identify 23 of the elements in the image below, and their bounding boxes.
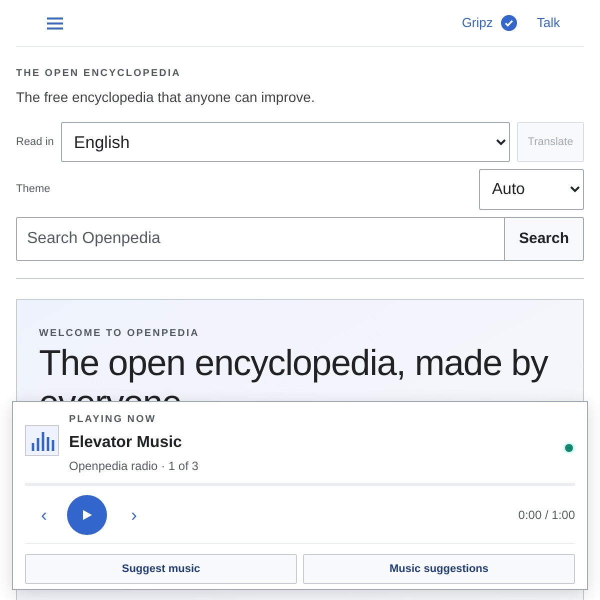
user-link[interactable]: Gripz (462, 13, 493, 33)
play-button[interactable] (67, 495, 107, 535)
menu-icon[interactable] (47, 16, 63, 30)
previous-button[interactable]: ‹ (41, 502, 47, 528)
time-text: 0:00 / 1:00 (518, 507, 575, 524)
theme-select[interactable]: Auto (479, 169, 584, 210)
read-in-label: Read in (16, 134, 54, 150)
track-title: Elevator Music (69, 433, 183, 453)
tagline-text: The free encyclopedia that anyone can improve. (16, 88, 316, 107)
suggestion-button[interactable]: Suggest music (25, 554, 297, 584)
bars-icon (25, 425, 59, 456)
track-subtitle: Openpedia radio · 1 of 3 (69, 458, 200, 475)
playing-now-label: PLAYING NOW (69, 413, 158, 427)
search-button[interactable]: Search (505, 217, 584, 261)
search-field[interactable]: Search Openpedia (16, 217, 505, 261)
talk-link[interactable]: Talk (536, 13, 560, 33)
hero-eyebrow-text: WELCOME TO OPENPEDIA (39, 327, 200, 341)
eyebrow-text: THE OPEN ENCYCLOPEDIA (16, 67, 182, 81)
language-select[interactable]: English (60, 122, 510, 162)
play-icon (82, 510, 92, 520)
theme-label: Theme (16, 182, 50, 198)
next-button[interactable]: › (131, 502, 137, 528)
suggestion-button[interactable]: Music suggestions (303, 554, 575, 584)
